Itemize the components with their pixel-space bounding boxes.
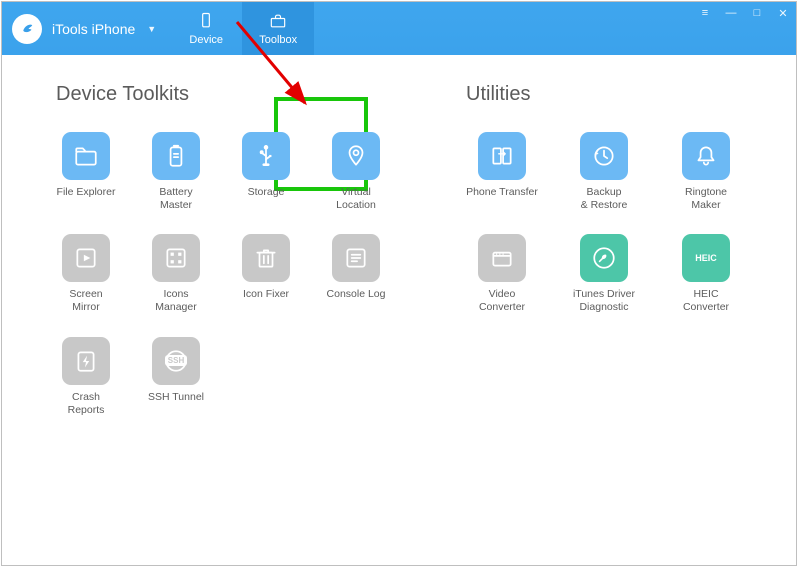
utilities-section: Utilities Phone Transfer Backup & Restore… [466, 83, 766, 417]
pin-icon [332, 132, 380, 180]
tool-label: Console Log [327, 288, 386, 314]
device-toolkits-grid: File Explorer Battery Master Storage Virtua… [56, 132, 416, 417]
content-area: Device Toolkits File Explorer Battery Mas… [2, 55, 796, 417]
tool-label: File Explorer [57, 186, 116, 212]
tool-label: iTunes Driver Diagnostic [573, 288, 635, 314]
tab-device-label: Device [189, 34, 223, 46]
tool-label: Icons Manager [146, 288, 206, 314]
tool-label: Battery Master [146, 186, 206, 212]
phone-icon [195, 11, 217, 31]
bolt-icon [62, 337, 110, 385]
play-icon [62, 234, 110, 282]
clist-icon [332, 234, 380, 282]
device-toolkit-tool-ssh[interactable]: SSH SSH Tunnel [146, 337, 206, 417]
device-toolkit-tool-usb[interactable]: Storage [236, 132, 296, 212]
device-toolkit-tool-grid[interactable]: Icons Manager [146, 234, 206, 314]
utility-tool-restore[interactable]: Backup & Restore [568, 132, 640, 212]
trash-icon [242, 234, 290, 282]
folder-icon [62, 132, 110, 180]
tab-toolbox[interactable]: Toolbox [242, 2, 314, 55]
tool-label: SSH Tunnel [148, 391, 204, 417]
battery-icon [152, 132, 200, 180]
tool-label: Screen Mirror [56, 288, 116, 314]
device-toolkit-tool-bolt[interactable]: Crash Reports [56, 337, 116, 417]
video-icon [478, 234, 526, 282]
utility-tool-transfer[interactable]: Phone Transfer [466, 132, 538, 212]
tool-label: Phone Transfer [466, 186, 538, 212]
restore-icon [580, 132, 628, 180]
device-toolkits-title: Device Toolkits [56, 83, 416, 106]
toolbox-icon [267, 11, 289, 31]
header-bar: iTools iPhone ▼ Device Toolbox ≡ — □ ✕ [2, 2, 796, 55]
minimize-button[interactable]: — [724, 6, 738, 20]
tool-label: Backup & Restore [581, 186, 628, 212]
utility-tool-video[interactable]: Video Converter [466, 234, 538, 314]
device-toolkit-tool-play[interactable]: Screen Mirror [56, 234, 116, 314]
tool-label: Icon Fixer [243, 288, 289, 314]
brand-name: iTools iPhone [52, 21, 135, 37]
grid-icon [152, 234, 200, 282]
window-controls: ≡ — □ ✕ [698, 6, 790, 20]
utility-tool-wrench[interactable]: iTunes Driver Diagnostic [568, 234, 640, 314]
device-toolkits-section: Device Toolkits File Explorer Battery Mas… [56, 83, 416, 417]
tab-toolbox-label: Toolbox [259, 34, 297, 46]
tool-label: Crash Reports [56, 391, 116, 417]
utilities-grid: Phone Transfer Backup & Restore Ringtone M… [466, 132, 766, 315]
bell-icon [682, 132, 730, 180]
app-window: iTools iPhone ▼ Device Toolbox ≡ — □ ✕ [1, 1, 797, 566]
device-toolkit-tool-folder[interactable]: File Explorer [56, 132, 116, 212]
tool-label: Virtual Location [326, 186, 386, 212]
utility-tool-bell[interactable]: Ringtone Maker [670, 132, 742, 212]
transfer-icon [478, 132, 526, 180]
heic-icon: HEIC [682, 234, 730, 282]
device-toolkit-tool-pin[interactable]: Virtual Location [326, 132, 386, 212]
menu-icon[interactable]: ≡ [698, 6, 712, 20]
close-button[interactable]: ✕ [776, 6, 790, 20]
ssh-icon: SSH [152, 337, 200, 385]
tool-label: Ringtone Maker [670, 186, 742, 212]
tab-device[interactable]: Device [170, 2, 242, 55]
tool-label: Storage [248, 186, 285, 212]
usb-icon [242, 132, 290, 180]
device-toolkit-tool-clist[interactable]: Console Log [326, 234, 386, 314]
tool-label: Video Converter [479, 288, 525, 314]
utilities-title: Utilities [466, 83, 766, 106]
device-toolkit-tool-battery[interactable]: Battery Master [146, 132, 206, 212]
maximize-button[interactable]: □ [750, 6, 764, 20]
wrench-icon [580, 234, 628, 282]
chevron-down-icon: ▼ [147, 24, 156, 34]
utility-tool-heic[interactable]: HEIC HEIC Converter [670, 234, 742, 314]
device-toolkit-tool-trash[interactable]: Icon Fixer [236, 234, 296, 314]
tool-label: HEIC Converter [670, 288, 742, 314]
app-logo-icon [12, 14, 42, 44]
brand-menu[interactable]: iTools iPhone ▼ [2, 2, 170, 55]
